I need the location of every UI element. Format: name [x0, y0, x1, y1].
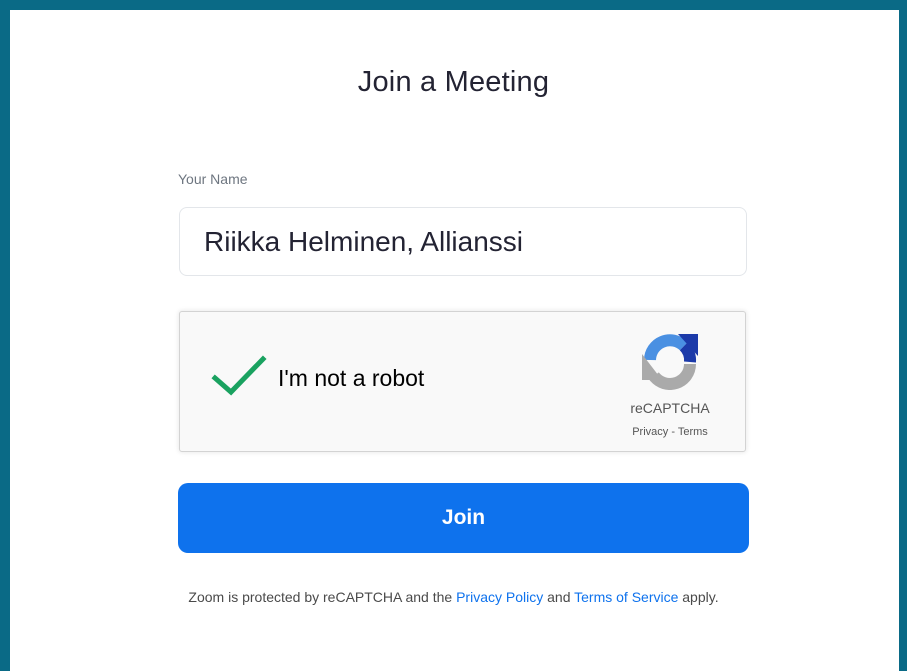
checkmark-icon[interactable]: [211, 354, 267, 398]
recaptcha-links: Privacy - Terms: [600, 426, 740, 438]
notice-suffix: apply.: [678, 589, 719, 605]
terms-of-service-link[interactable]: Terms of Service: [574, 589, 678, 605]
notice-prefix: Zoom is protected by reCAPTCHA and the: [188, 589, 457, 605]
name-input[interactable]: [179, 207, 747, 276]
name-field-label: Your Name: [178, 171, 248, 187]
recaptcha-logo-icon: [642, 334, 698, 390]
not-a-robot-label: I'm not a robot: [278, 365, 425, 391]
join-button[interactable]: Join: [178, 483, 749, 553]
notice-and: and: [543, 589, 575, 605]
privacy-policy-link[interactable]: Privacy Policy: [456, 589, 543, 605]
recaptcha-privacy-link[interactable]: Privacy: [632, 426, 668, 438]
recaptcha-brand: reCAPTCHA: [630, 400, 710, 416]
recaptcha-terms-link[interactable]: Terms: [678, 426, 708, 438]
page-title: Join a Meeting: [357, 66, 550, 98]
recaptcha-widget: I'm not a robot reCAPTCHA Privacy - Term…: [179, 311, 746, 452]
recaptcha-links-separator: -: [668, 426, 678, 438]
recaptcha-notice: Zoom is protected by reCAPTCHA and the P…: [0, 589, 907, 605]
